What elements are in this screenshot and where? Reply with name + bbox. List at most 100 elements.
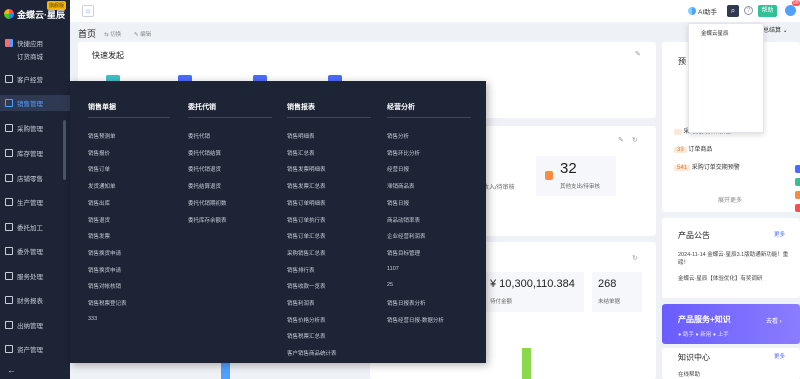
menu-item[interactable]: 采购销售汇总表: [287, 249, 326, 257]
menu-item[interactable]: 滞销商品表: [387, 182, 415, 190]
menu-item[interactable]: 销售对帐核销: [88, 282, 121, 290]
menu-item[interactable]: 销售经营日报-数据分析: [387, 316, 444, 324]
menu-item[interactable]: 委托代销期初数: [188, 199, 227, 207]
menu-item[interactable]: 销售订单执行表: [287, 216, 326, 224]
menu-item[interactable]: 333: [88, 316, 97, 322]
sidebar-scrollbar[interactable]: [63, 120, 66, 180]
menu-item[interactable]: 销售发票明细表: [287, 165, 326, 173]
home-icon[interactable]: ⌂: [82, 5, 94, 17]
menu-item[interactable]: 销售订单: [88, 165, 110, 173]
knowledge-more-link[interactable]: 更多: [774, 352, 785, 360]
announcement-more-link[interactable]: 更多: [774, 230, 785, 238]
sidebar-item-service[interactable]: 服务处理: [0, 268, 70, 284]
sidebar-item-production[interactable]: 生产管理: [0, 194, 70, 210]
switch-button[interactable]: ⇆ 切换: [104, 30, 121, 38]
sidebar-item-inventory[interactable]: 库存管理: [0, 145, 70, 161]
menu-item[interactable]: 销售日报: [387, 199, 409, 207]
sidebar-item-finance-report[interactable]: 财务报表: [0, 292, 70, 308]
menu-item[interactable]: 1107: [387, 266, 399, 272]
menu-item[interactable]: 销售报价: [88, 149, 110, 157]
menu-item[interactable]: 销售预测单: [88, 132, 116, 140]
sidebar-item-outsource[interactable]: 委托加工: [0, 219, 70, 235]
edit-icon[interactable]: ✎: [635, 50, 641, 58]
purchase-icon: [5, 124, 13, 132]
chart-bar: [221, 363, 230, 379]
menu-item[interactable]: 委托库存余额表: [188, 216, 227, 224]
sidebar-item-label: 库存管理: [17, 151, 43, 158]
menu-item[interactable]: 销售发票汇总表: [287, 182, 326, 190]
expense-icon: [545, 171, 553, 180]
menu-item[interactable]: 委托代销退货: [188, 165, 221, 173]
expand-more-link[interactable]: 展开更多: [718, 195, 742, 204]
sidebar-item-customer[interactable]: 客户经营: [0, 71, 70, 87]
edit-icon[interactable]: ✎: [618, 136, 624, 144]
question-icon[interactable]: ?: [744, 6, 753, 15]
collapse-arrow-icon[interactable]: ←: [7, 365, 16, 375]
warning-row[interactable]: 541 采购订单交期预警: [674, 162, 740, 171]
side-tool-icon[interactable]: [795, 191, 800, 199]
sidebar-item-subcontract[interactable]: 委外管理: [0, 243, 70, 259]
menu-item[interactable]: 25: [387, 282, 393, 288]
sidebar-item-label: 委外管理: [17, 249, 43, 256]
menu-item[interactable]: 经营日报: [387, 165, 409, 173]
menu-item[interactable]: 销售订单汇总表: [287, 232, 326, 240]
menu-item[interactable]: 销售税票汇总表: [287, 332, 326, 340]
menu-item[interactable]: 销售订单明细表: [287, 199, 326, 207]
sidebar-item-cashier[interactable]: 出纳管理: [0, 317, 70, 333]
search-icon[interactable]: ⌕: [727, 5, 739, 17]
org-select[interactable]: 总结算 ⌄: [763, 25, 788, 34]
side-tool-icon[interactable]: [795, 178, 800, 186]
org-option[interactable]: 金蝶云星辰: [701, 29, 729, 37]
menu-item[interactable]: 销售出库: [88, 199, 110, 207]
sidebar-item-retail[interactable]: 店铺零售: [0, 170, 70, 186]
amount-tile[interactable]: ¥ 10,300,110.384 待付金额: [484, 272, 584, 312]
menu-item[interactable]: 销售换货申请: [88, 266, 121, 274]
amount-label: 待付金额: [490, 299, 513, 305]
menu-item[interactable]: 销售利润表: [287, 299, 315, 307]
menu-item[interactable]: 委托代销: [188, 132, 210, 140]
ai-assistant-button[interactable]: AI助手: [688, 6, 717, 16]
menu-item[interactable]: 发货通知单: [88, 182, 116, 190]
menu-item[interactable]: 销售退货: [88, 216, 110, 224]
stat-tile[interactable]: 32 其他支出/待审核: [536, 156, 616, 196]
menu-item[interactable]: 销售环比分析: [387, 149, 420, 157]
warning-row[interactable]: 33 订单商品: [674, 144, 712, 153]
refresh-icon[interactable]: ↻: [632, 136, 638, 144]
menu-item[interactable]: 销售发票: [88, 232, 110, 240]
announcement-card: 产品公告 更多 2024-11-14 金蝶云·星辰3.1版助通新功能！重磅！ 金…: [662, 218, 800, 298]
menu-item[interactable]: 商品动销率表: [387, 216, 420, 224]
warning-count: 541: [674, 165, 691, 171]
menu-item[interactable]: 销售价格分析表: [287, 316, 326, 324]
count-tile[interactable]: 268 未结单据: [592, 272, 642, 312]
notification-badge: 99: [792, 0, 800, 6]
menu-item[interactable]: 委托结算退货: [188, 182, 221, 190]
menu-item[interactable]: 销售收款一览表: [287, 282, 326, 290]
edit-button[interactable]: ✎ 编辑: [134, 30, 151, 38]
menu-item[interactable]: 销售明细表: [287, 132, 315, 140]
side-tool-icon[interactable]: [795, 165, 800, 173]
sidebar-item-purchase[interactable]: 采购管理: [0, 120, 70, 136]
announcement-item[interactable]: 金蝶云·星辰【体验优化】有奖调研: [678, 274, 762, 282]
menu-item[interactable]: 销售换货申请: [88, 249, 121, 257]
sidebar-item-sales[interactable]: 销售管理: [0, 95, 70, 111]
menu-item[interactable]: 销售分析: [387, 132, 409, 140]
menu-item[interactable]: 委托代销结算: [188, 149, 221, 157]
menu-item[interactable]: 销售税票登记表: [88, 299, 127, 307]
menu-item[interactable]: 销售排行表: [287, 266, 315, 274]
sidebar-item-label: 生产管理: [17, 200, 43, 207]
product-banner[interactable]: 产品服务+知识 去看 › ● 助手 ● 新用 ● 上手: [662, 304, 800, 344]
refresh-icon[interactable]: ↻: [632, 254, 638, 262]
menu-column-header: 销售报表: [287, 104, 315, 111]
side-tool-icon[interactable]: [795, 204, 800, 212]
knowledge-item[interactable]: 在线帮助: [678, 370, 700, 378]
help-button[interactable]: 帮助: [758, 5, 777, 17]
announcement-item[interactable]: 2024-11-14 金蝶云·星辰3.1版助通新功能！重磅！: [678, 251, 790, 267]
banner-more-link[interactable]: 去看 ›: [766, 316, 782, 325]
menu-item[interactable]: 客户销售商品统计表: [287, 349, 337, 357]
menu-item[interactable]: 销售汇总表: [287, 149, 315, 157]
menu-item[interactable]: 销售日报表分析: [387, 299, 426, 307]
menu-item[interactable]: 销售目标管理: [387, 249, 420, 257]
sidebar-item-asset[interactable]: 资产管理: [0, 341, 70, 357]
menu-item[interactable]: 企业经营利润表: [387, 232, 426, 240]
sidebar-item-order-mall[interactable]: 订货商城: [0, 48, 70, 64]
